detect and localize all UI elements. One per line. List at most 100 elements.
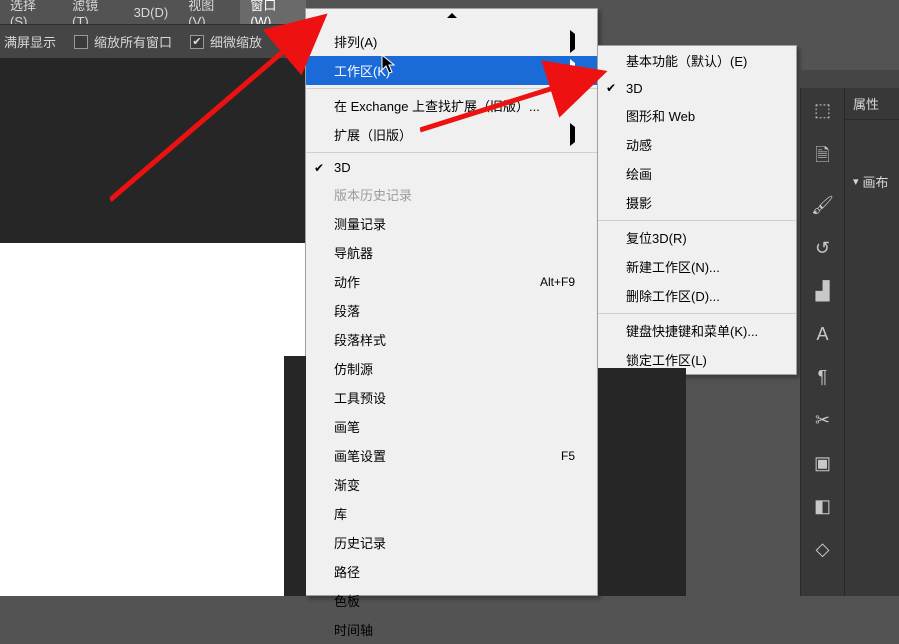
menu-item-label: 键盘快捷键和菜单(K)... — [626, 321, 758, 340]
workspace-menu-item-2[interactable]: 图形和 Web — [598, 101, 796, 130]
window-menu-item-17[interactable]: 历史记录 — [306, 528, 597, 557]
menu-item-label: 绘画 — [626, 164, 652, 183]
menu-item-label: 段落 — [334, 301, 360, 320]
menu-item-label: 动感 — [626, 135, 652, 154]
menubar: 选择(S) 滤镜(T) 3D(D) 视图(V) 窗口(W) — [0, 0, 306, 24]
menu-item-label: 渐变 — [334, 475, 360, 494]
window-menu-item-10[interactable]: 段落样式 — [306, 325, 597, 354]
layers-icon[interactable]: ▣ — [814, 453, 831, 474]
tools-icon[interactable]: ✂ — [815, 410, 830, 431]
window-menu-item-0[interactable]: 排列(A) — [306, 27, 597, 56]
menu-shortcut: F5 — [561, 449, 575, 463]
menu-item-label: 3D — [334, 160, 351, 175]
channels-icon[interactable]: ◧ — [814, 496, 831, 517]
menu-item-label: 新建工作区(N)... — [626, 257, 720, 276]
menu-item-label: 段落样式 — [334, 330, 386, 349]
workspace-menu-item-6[interactable]: 复位3D(R) — [598, 220, 796, 252]
options-bar: 满屏显示 缩放所有窗口 ✔ 细微缩放 — [0, 24, 306, 58]
menu-item-label: 仿制源 — [334, 359, 373, 378]
workspace-menu-item-3[interactable]: 动感 — [598, 130, 796, 159]
menu-item-label: 版本历史记录 — [334, 185, 412, 204]
checkbox-zoom-all[interactable] — [74, 35, 88, 49]
menu-item-label: 工具预设 — [334, 388, 386, 407]
opt-scrubby[interactable]: ✔ 细微缩放 — [190, 32, 262, 51]
menu-item-label: 动作 — [334, 272, 360, 291]
window-menu-item-19[interactable]: 色板 — [306, 586, 597, 615]
window-menu-item-2[interactable]: 在 Exchange 上查找扩展（旧版）... — [306, 88, 597, 120]
window-menu-item-11[interactable]: 仿制源 — [306, 354, 597, 383]
window-menu: 排列(A)工作区(K) 在 Exchange 上查找扩展（旧版）... 扩展（旧版）… — [305, 8, 598, 596]
opt-fullscreen: 满屏显示 — [4, 32, 56, 51]
workspace-menu-item-5[interactable]: 摄影 — [598, 188, 796, 217]
window-menu-item-15[interactable]: 渐变 — [306, 470, 597, 499]
panel-tab-strip — [800, 70, 899, 88]
menu-item-label: 摄影 — [626, 193, 652, 212]
submenu-arrow-icon — [570, 59, 575, 82]
properties-panel-header[interactable]: 属性 — [845, 88, 899, 120]
document-canvas[interactable] — [0, 243, 306, 596]
workspace-menu-item-9[interactable]: 键盘快捷键和菜单(K)... — [598, 313, 796, 345]
menu-3d[interactable]: 3D(D) — [124, 2, 179, 23]
properties-panel: 属性 ▾ 画布 — [844, 88, 899, 596]
window-menu-item-1[interactable]: 工作区(K) — [306, 56, 597, 85]
menu-item-label: 库 — [334, 504, 347, 523]
paths-icon[interactable]: ◇ — [816, 539, 830, 560]
canvas-dark-area-right — [598, 368, 686, 596]
scroll-up-icon[interactable] — [447, 13, 457, 18]
menu-item-label: 测量记录 — [334, 214, 386, 233]
window-menu-item-18[interactable]: 路径 — [306, 557, 597, 586]
submenu-arrow-icon — [570, 123, 575, 146]
menu-item-label: 复位3D(R) — [626, 228, 687, 247]
window-menu-item-6[interactable]: 测量记录 — [306, 209, 597, 238]
paragraph-icon[interactable]: ¶ — [818, 367, 828, 388]
workspace-menu-item-1[interactable]: ✔ 3D — [598, 75, 796, 101]
stamp-icon[interactable]: ▟ — [816, 281, 830, 302]
menu-item-label: 时间轴 — [334, 620, 373, 639]
window-menu-item-13[interactable]: 画笔 — [306, 412, 597, 441]
menu-item-label: 3D — [626, 81, 643, 96]
document-icon[interactable]: 🗎 — [815, 143, 829, 173]
menu-item-label: 删除工作区(D)... — [626, 286, 720, 305]
menu-item-label: 路径 — [334, 562, 360, 581]
window-menu-item-7[interactable]: 导航器 — [306, 238, 597, 267]
window-menu-item-8[interactable]: 动作 Alt+F9 — [306, 267, 597, 296]
workspace-menu-item-7[interactable]: 新建工作区(N)... — [598, 252, 796, 281]
type-icon[interactable]: A — [816, 324, 828, 345]
check-icon: ✔ — [314, 161, 324, 175]
menu-item-label: 画笔设置 — [334, 446, 386, 465]
window-menu-item-3[interactable]: 扩展（旧版） — [306, 120, 597, 149]
brush-icon[interactable]: 🖌 — [811, 195, 834, 216]
window-menu-item-12[interactable]: 工具预设 — [306, 383, 597, 412]
opt-fullscreen-label: 满屏显示 — [4, 32, 56, 51]
dock-icon-column: ⬚ 🗎 🖌 ↺ ▟ A ¶ ✂ ▣ ◧ ◇ — [800, 88, 844, 596]
checkbox-scrubby[interactable]: ✔ — [190, 35, 204, 49]
menu-shortcut: Alt+F9 — [540, 275, 575, 289]
window-menu-item-9[interactable]: 段落 — [306, 296, 597, 325]
workspace-menu-item-4[interactable]: 绘画 — [598, 159, 796, 188]
opt-zoom-all[interactable]: 缩放所有窗口 — [74, 32, 172, 51]
menu-item-label: 扩展（旧版） — [334, 125, 412, 144]
workspace-menu-item-8[interactable]: 删除工作区(D)... — [598, 281, 796, 310]
window-menu-item-20[interactable]: 时间轴 — [306, 615, 597, 644]
opt-scrubby-label: 细微缩放 — [210, 32, 262, 51]
properties-panel-body: ▾ 画布 — [845, 120, 899, 199]
menu-item-label: 基本功能（默认）(E) — [626, 51, 747, 70]
window-menu-item-16[interactable]: 库 — [306, 499, 597, 528]
menu-item-label: 画笔 — [334, 417, 360, 436]
history-icon[interactable]: ↺ — [815, 238, 830, 259]
workspace-menu-item-0[interactable]: 基本功能（默认）(E) — [598, 46, 796, 75]
canvas-dark-area — [0, 58, 306, 243]
menu-item-label: 导航器 — [334, 243, 373, 262]
opt-zoom-all-label: 缩放所有窗口 — [94, 32, 172, 51]
window-menu-item-4[interactable]: ✔ 3D — [306, 152, 597, 180]
window-menu-item-14[interactable]: 画笔设置 F5 — [306, 441, 597, 470]
canvas-dark-area-mid — [284, 356, 306, 596]
menu-item-label: 图形和 Web — [626, 106, 695, 125]
menu-item-label: 历史记录 — [334, 533, 386, 552]
mouse-cursor-icon — [381, 54, 395, 74]
menu-item-label: 色板 — [334, 591, 360, 610]
chevron-down-icon[interactable]: ▾ — [853, 175, 859, 188]
check-icon: ✔ — [606, 81, 616, 95]
layer-3d-icon[interactable]: ⬚ — [814, 100, 831, 121]
submenu-arrow-icon — [570, 30, 575, 53]
